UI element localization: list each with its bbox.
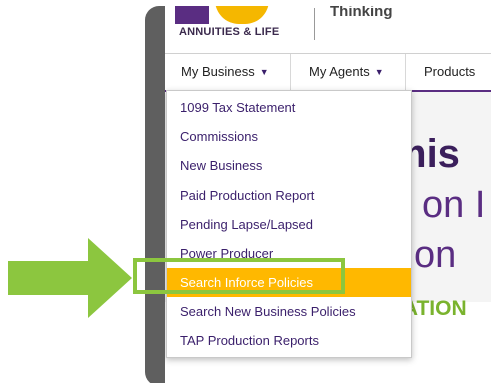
nav-item-label: My Agents	[309, 64, 370, 79]
nav-separator	[405, 54, 406, 90]
logo-divider	[314, 8, 315, 40]
caret-down-icon: ▼	[259, 67, 269, 77]
caret-down-icon: ▼	[374, 67, 384, 77]
tagline: Thinking	[330, 6, 393, 20]
nav-item-my-business[interactable]: My Business ▼	[181, 54, 269, 90]
menu-item-tap-production-reports[interactable]: TAP Production Reports	[167, 326, 411, 355]
green-right-arrow-icon	[8, 238, 132, 318]
screenshot-stage: ANNUITIES & LIFE Thinking mis on I tion …	[0, 0, 491, 383]
nav-separator	[290, 54, 291, 90]
nav-item-label: Products	[424, 64, 476, 79]
menu-item-search-new-business-policies[interactable]: Search New Business Policies	[167, 297, 411, 326]
main-nav: My Business ▼ My Agents ▼ Products	[165, 53, 491, 92]
menu-item-paid-production-report[interactable]: Paid Production Report	[167, 181, 411, 210]
logo-text: ANNUITIES & LIFE	[179, 26, 280, 38]
logo-sun-mark	[215, 6, 269, 24]
menu-item-commissions[interactable]: Commissions	[167, 122, 411, 151]
nav-item-products[interactable]: Products	[424, 54, 475, 90]
nav-item-my-agents[interactable]: My Agents ▼	[309, 54, 384, 90]
nav-item-label: My Business	[181, 64, 255, 79]
browser-viewport: ANNUITIES & LIFE Thinking mis on I tion …	[165, 6, 491, 383]
my-business-dropdown: 1099 Tax Statement Commissions New Busin…	[166, 90, 412, 358]
menu-item-pending-lapse[interactable]: Pending Lapse/Lapsed	[167, 210, 411, 239]
hero-subheading-fragment-1: on I	[422, 184, 486, 226]
annotation-highlight-box	[133, 258, 345, 294]
menu-item-1099-tax-statement[interactable]: 1099 Tax Statement	[167, 93, 411, 122]
menu-item-new-business[interactable]: New Business	[167, 151, 411, 180]
logo-mark	[175, 6, 209, 24]
